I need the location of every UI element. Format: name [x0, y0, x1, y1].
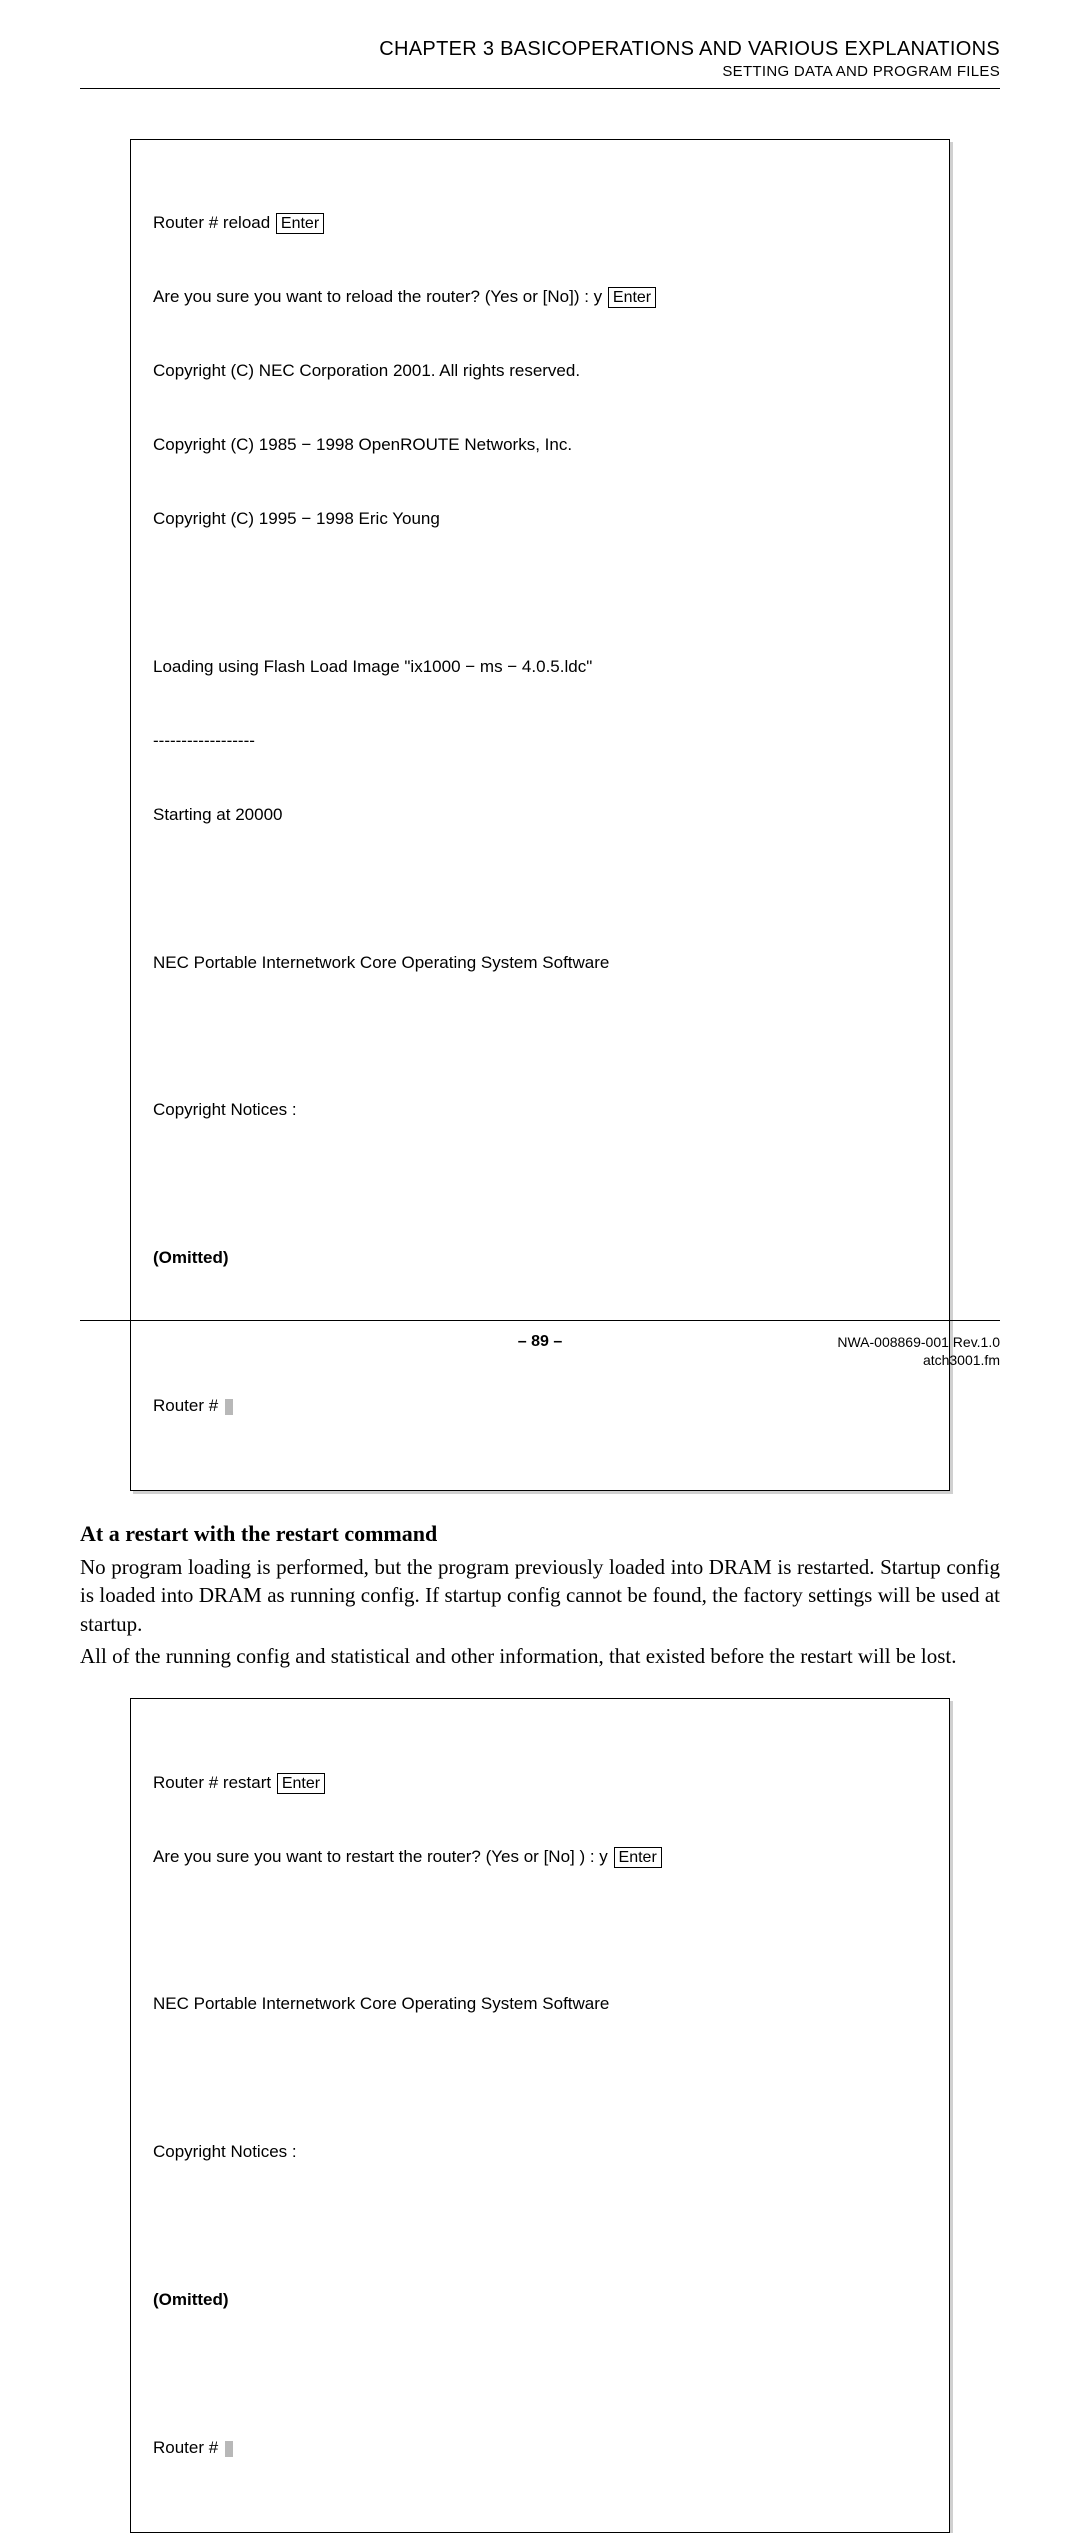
section-heading: At a restart with the restart command [80, 1521, 1000, 1547]
doc-filename: atch3001.fm [837, 1351, 1000, 1369]
terminal-text: Router # restart [153, 1773, 276, 1792]
enter-key-icon: Enter [276, 213, 324, 234]
terminal-line: Copyright (C) NEC Corporation 2001. All … [153, 359, 927, 384]
terminal-line: Router # reload Enter [153, 211, 927, 236]
terminal-blank-line [153, 581, 927, 606]
terminal-line: Starting at 20000 [153, 803, 927, 828]
footer-docinfo: NWA-008869-001 Rev.1.0 atch3001.fm [837, 1333, 1000, 1369]
terminal-line: Copyright Notices : [153, 2140, 927, 2165]
cursor-icon [225, 1399, 233, 1415]
chapter-title: CHAPTER 3 BASICOPERATIONS AND VARIOUS EX… [80, 38, 1000, 61]
terminal-blank-line [153, 877, 927, 902]
terminal-blank-line [153, 2066, 927, 2091]
terminal-blank-line [153, 1024, 927, 1049]
body-paragraph: No program loading is performed, but the… [80, 1553, 1000, 1638]
section-subtitle: SETTING DATA AND PROGRAM FILES [80, 63, 1000, 80]
body-section: At a restart with the restart command No… [80, 1521, 1000, 1670]
page-footer: – 89 – NWA-008869-001 Rev.1.0 atch3001.f… [80, 1320, 1000, 1351]
terminal-line: Copyright (C) 1995 − 1998 Eric Young [153, 507, 927, 532]
terminal-blank-line [153, 1918, 927, 1943]
terminal-line: Router # [153, 2436, 927, 2461]
terminal-line: Loading using Flash Load Image "ix1000 −… [153, 655, 927, 680]
terminal-blank-line [153, 1172, 927, 1197]
enter-key-icon: Enter [614, 1847, 662, 1868]
cursor-icon [225, 2441, 233, 2457]
omitted-label: (Omitted) [153, 1248, 229, 1267]
terminal-line: (Omitted) [153, 1246, 927, 1271]
terminal-line: Copyright Notices : [153, 1098, 927, 1123]
terminal-line: NEC Portable Internetwork Core Operating… [153, 1992, 927, 2017]
terminal-text: Are you sure you want to reload the rout… [153, 287, 607, 306]
terminal-line: Are you sure you want to reload the rout… [153, 285, 927, 310]
enter-key-icon: Enter [277, 1773, 325, 1794]
omitted-label: (Omitted) [153, 2290, 229, 2309]
terminal-blank-line [153, 2214, 927, 2239]
terminal-line: Are you sure you want to restart the rou… [153, 1845, 927, 1870]
terminal-blank-line [153, 2362, 927, 2387]
terminal-output-reload: Router # reload Enter Are you sure you w… [130, 139, 950, 1491]
terminal-line: Router # restart Enter [153, 1771, 927, 1796]
footer-rule [80, 1320, 1000, 1321]
terminal-line: NEC Portable Internetwork Core Operating… [153, 951, 927, 976]
terminal-line: ------------------ [153, 729, 927, 754]
terminal-line: Router # [153, 1394, 927, 1419]
terminal-prompt: Router # [153, 2438, 223, 2457]
body-paragraph: All of the running config and statistica… [80, 1642, 1000, 1670]
enter-key-icon: Enter [608, 287, 656, 308]
terminal-text: Are you sure you want to restart the rou… [153, 1847, 613, 1866]
terminal-line: Copyright (C) 1985 − 1998 OpenROUTE Netw… [153, 433, 927, 458]
terminal-line: (Omitted) [153, 2288, 927, 2313]
terminal-output-restart: Router # restart Enter Are you sure you … [130, 1698, 950, 2533]
doc-id: NWA-008869-001 Rev.1.0 [837, 1333, 1000, 1351]
page-header: CHAPTER 3 BASICOPERATIONS AND VARIOUS EX… [80, 38, 1000, 80]
terminal-text: Router # reload [153, 213, 275, 232]
terminal-prompt: Router # [153, 1396, 223, 1415]
header-rule [80, 88, 1000, 89]
